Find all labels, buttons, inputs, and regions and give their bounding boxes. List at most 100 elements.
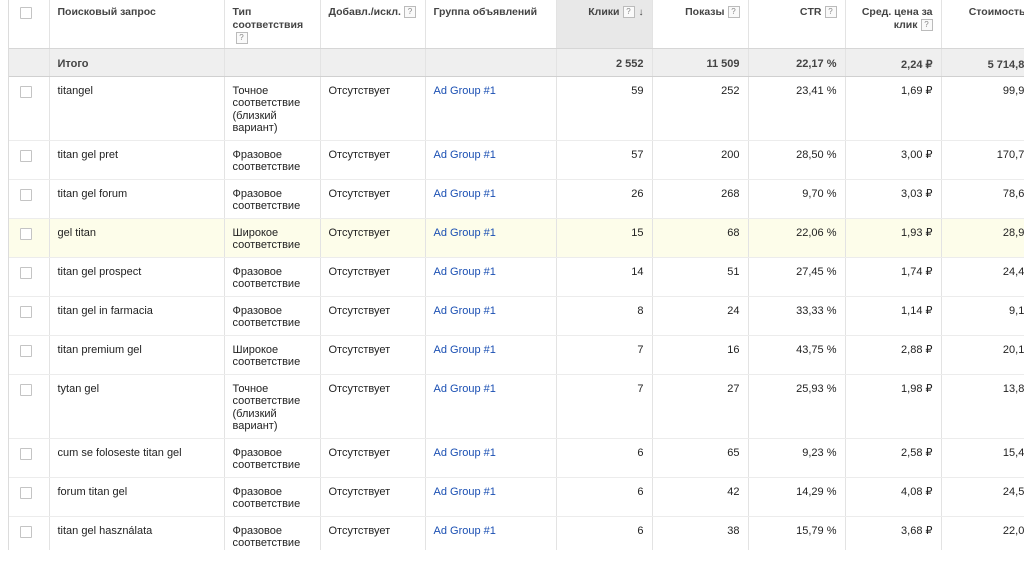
- ctr-cell: 15,79 %: [748, 516, 846, 550]
- query-cell: gel titan: [49, 218, 225, 258]
- ad-group-cell: Ad Group #1: [425, 516, 557, 550]
- header-avg-cpc[interactable]: Сред. цена за клик?: [845, 0, 942, 49]
- help-question-icon[interactable]: ?: [727, 6, 740, 19]
- sort-desc-arrow-icon[interactable]: ↓: [639, 6, 644, 19]
- cost-cell: 99,99 ₽: [941, 76, 1024, 141]
- query-cell: titan gel forum: [49, 179, 225, 219]
- help-question-icon[interactable]: ?: [920, 19, 933, 32]
- impressions-cell: 27: [652, 374, 749, 439]
- row-select-cell: [9, 438, 50, 478]
- table-row[interactable]: titan premium gel Широкое соответствие Отс…: [9, 335, 1024, 375]
- ad-group-link[interactable]: Ad Group #1: [434, 85, 496, 97]
- row-checkbox[interactable]: [20, 344, 32, 357]
- added-cell: Отсутствует: [320, 516, 426, 550]
- header-ctr-label: CTR: [799, 6, 822, 18]
- ad-group-link[interactable]: Ad Group #1: [434, 344, 496, 356]
- table-row[interactable]: titan gel forum Фразовое соответствие Отсу…: [9, 179, 1024, 219]
- table-row[interactable]: gel titan Широкое соответствие Отсутствует…: [9, 218, 1024, 258]
- row-select-cell: [9, 296, 50, 336]
- ad-group-link[interactable]: Ad Group #1: [434, 305, 496, 317]
- ad-group-link[interactable]: Ad Group #1: [434, 188, 496, 200]
- match-type-cell: Точное соответствие (близкий вариант): [224, 374, 321, 439]
- ad-group-link[interactable]: Ad Group #1: [434, 266, 496, 278]
- ad-group-link[interactable]: Ad Group #1: [434, 486, 496, 498]
- ctr-cell: 9,23 %: [748, 438, 846, 478]
- ad-group-link[interactable]: Ad Group #1: [434, 149, 496, 161]
- row-checkbox[interactable]: [20, 305, 32, 318]
- help-question-icon[interactable]: ?: [235, 32, 248, 45]
- cost-cell: 9,13 ₽: [941, 296, 1024, 336]
- header-match-type[interactable]: Тип соответствия ?: [224, 0, 321, 49]
- help-question-icon[interactable]: ?: [403, 6, 416, 19]
- select-all-checkbox[interactable]: [20, 7, 32, 19]
- header-query-label: Поисковый запрос: [57, 6, 156, 18]
- totals-empty-cell: [224, 48, 321, 77]
- clicks-cell: 14: [556, 257, 653, 297]
- table-row[interactable]: titan gel pret Фразовое соответствие Отсут…: [9, 140, 1024, 180]
- table-row[interactable]: cum se foloseste titan gel Фразовое соотв…: [9, 438, 1024, 478]
- totals-impressions: 11 509: [652, 48, 749, 77]
- header-impressions-label: Показы: [685, 6, 725, 18]
- row-select-cell: [9, 335, 50, 375]
- header-clicks[interactable]: Клики? ↓: [556, 0, 653, 49]
- header-ctr[interactable]: CTR?: [748, 0, 846, 49]
- ad-group-link[interactable]: Ad Group #1: [434, 447, 496, 459]
- query-cell: titan premium gel: [49, 335, 225, 375]
- cost-cell: 13,89 ₽: [941, 374, 1024, 439]
- table-row[interactable]: titan gel in farmacia Фразовое соответств…: [9, 296, 1024, 336]
- ad-group-cell: Ad Group #1: [425, 257, 557, 297]
- totals-cost: 5 714,87 ₽: [941, 48, 1024, 77]
- row-select-cell: [9, 477, 50, 517]
- row-checkbox[interactable]: [20, 227, 32, 240]
- help-question-icon[interactable]: ?: [824, 6, 837, 19]
- table-row[interactable]: titan gel prospect Фразовое соответствие О…: [9, 257, 1024, 297]
- search-terms-table-container: Поисковый запрос Тип соответствия ? Доба…: [8, 0, 1024, 550]
- totals-clicks: 2 552: [556, 48, 653, 77]
- help-question-icon[interactable]: ?: [622, 6, 635, 19]
- totals-empty-cell: [320, 48, 426, 77]
- ad-group-link[interactable]: Ad Group #1: [434, 227, 496, 239]
- row-checkbox[interactable]: [20, 149, 32, 162]
- table-row[interactable]: tytan gel Точное соответствие (близкий ва…: [9, 374, 1024, 439]
- match-type-cell: Фразовое соответствие: [224, 477, 321, 517]
- header-cost[interactable]: Стоимость?: [941, 0, 1024, 49]
- header-cost-label: Стоимость: [968, 6, 1024, 18]
- impressions-cell: 16: [652, 335, 749, 375]
- match-type-cell: Фразовое соответствие: [224, 179, 321, 219]
- header-query[interactable]: Поисковый запрос: [49, 0, 225, 49]
- avg-cpc-cell: 3,68 ₽: [845, 516, 942, 550]
- added-cell: Отсутствует: [320, 335, 426, 375]
- table-row[interactable]: titangel Точное соответствие (близкий вар…: [9, 76, 1024, 141]
- row-checkbox[interactable]: [20, 383, 32, 396]
- query-cell: cum se foloseste titan gel: [49, 438, 225, 478]
- ad-group-cell: Ad Group #1: [425, 438, 557, 478]
- added-cell: Отсутствует: [320, 140, 426, 180]
- row-checkbox[interactable]: [20, 447, 32, 460]
- row-checkbox[interactable]: [20, 525, 32, 538]
- ctr-cell: 23,41 %: [748, 76, 846, 141]
- avg-cpc-cell: 2,58 ₽: [845, 438, 942, 478]
- match-type-cell: Широкое соответствие: [224, 218, 321, 258]
- query-cell: tytan gel: [49, 374, 225, 439]
- cost-cell: 78,69 ₽: [941, 179, 1024, 219]
- avg-cpc-cell: 1,93 ₽: [845, 218, 942, 258]
- ad-group-link[interactable]: Ad Group #1: [434, 525, 496, 537]
- added-cell: Отсутствует: [320, 218, 426, 258]
- header-ad-group[interactable]: Группа объявлений: [425, 0, 557, 49]
- row-checkbox[interactable]: [20, 85, 32, 98]
- totals-label: Итого: [49, 48, 225, 77]
- ad-group-cell: Ad Group #1: [425, 140, 557, 180]
- ad-group-cell: Ad Group #1: [425, 218, 557, 258]
- table-row[interactable]: titan gel használata Фразовое соответстви…: [9, 516, 1024, 550]
- impressions-cell: 268: [652, 179, 749, 219]
- ad-group-link[interactable]: Ad Group #1: [434, 383, 496, 395]
- added-cell: Отсутствует: [320, 179, 426, 219]
- clicks-cell: 7: [556, 335, 653, 375]
- impressions-cell: 200: [652, 140, 749, 180]
- row-checkbox[interactable]: [20, 266, 32, 279]
- row-checkbox[interactable]: [20, 188, 32, 201]
- table-row[interactable]: forum titan gel Фразовое соответствие Отсу…: [9, 477, 1024, 517]
- row-checkbox[interactable]: [20, 486, 32, 499]
- header-added[interactable]: Добавл./искл.?: [320, 0, 426, 49]
- header-impressions[interactable]: Показы?: [652, 0, 749, 49]
